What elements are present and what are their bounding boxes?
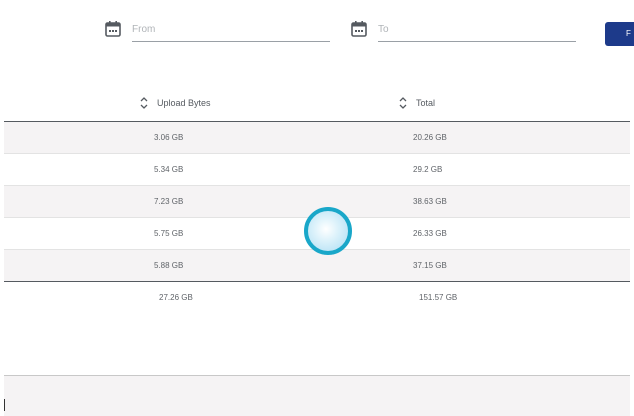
to-date-input[interactable] <box>378 18 576 42</box>
cursor-indicator <box>304 207 352 255</box>
column-header-upload-bytes[interactable]: Upload Bytes <box>139 96 211 110</box>
table-row: 5.88 GB 37.15 GB <box>4 250 630 282</box>
total-cell: 20.26 GB <box>413 133 447 142</box>
total-cell: 26.33 GB <box>413 229 447 238</box>
filter-button[interactable]: F <box>605 22 634 46</box>
column-header-label: Total <box>416 98 436 108</box>
footer-panel <box>4 375 630 416</box>
grand-total: 151.57 GB <box>419 293 458 302</box>
sort-icon <box>140 97 148 109</box>
from-date-field <box>104 18 330 44</box>
page: F Upload Bytes Total 3.06 GB 20.26 GB <box>0 0 634 416</box>
upload-bytes-total: 27.26 GB <box>159 293 193 302</box>
calendar-icon[interactable] <box>350 20 368 38</box>
total-cell: 37.15 GB <box>413 261 447 270</box>
column-header-label: Upload Bytes <box>157 98 211 108</box>
table-header: Upload Bytes Total <box>4 88 630 122</box>
total-cell: 38.63 GB <box>413 197 447 206</box>
upload-bytes-cell: 5.75 GB <box>154 229 184 238</box>
calendar-icon[interactable] <box>104 20 122 38</box>
upload-bytes-cell: 7.23 GB <box>154 197 184 206</box>
table-row: 3.06 GB 20.26 GB <box>4 122 630 154</box>
usage-table: Upload Bytes Total 3.06 GB 20.26 GB 5.34… <box>4 88 630 314</box>
totals-row: 27.26 GB 151.57 GB <box>4 281 630 314</box>
text-caret <box>4 399 5 411</box>
upload-bytes-cell: 5.34 GB <box>154 165 184 174</box>
to-date-field <box>350 18 576 44</box>
column-header-total[interactable]: Total <box>398 96 435 110</box>
table-row: 5.34 GB 29.2 GB <box>4 154 630 186</box>
upload-bytes-cell: 5.88 GB <box>154 261 184 270</box>
from-date-input[interactable] <box>132 18 330 42</box>
sort-icon <box>399 97 407 109</box>
total-cell: 29.2 GB <box>413 165 443 174</box>
upload-bytes-cell: 3.06 GB <box>154 133 184 142</box>
